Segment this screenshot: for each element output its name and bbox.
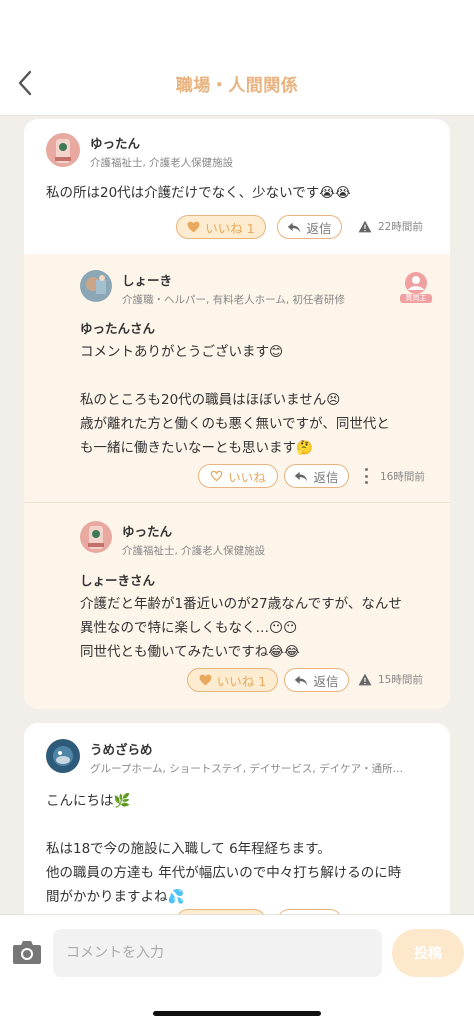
avatar[interactable]: [46, 739, 80, 773]
badge-label: 質問主: [400, 294, 432, 303]
user-name[interactable]: しょーき: [122, 270, 172, 289]
comment-input[interactable]: [53, 929, 382, 977]
reply-divider: [24, 502, 450, 503]
reply-button[interactable]: 返信: [284, 668, 349, 692]
reply-label: 返信: [313, 469, 339, 485]
time-label: 22時間前: [378, 221, 423, 233]
timestamp: 15時間前: [358, 672, 423, 687]
like-button[interactable]: いいね: [198, 464, 278, 488]
timestamp: 22時間前: [358, 219, 423, 234]
user-profile: 介護福祉士, 介護老人保健施設: [122, 545, 266, 557]
user-profile: グループホーム, ショートステイ, デイサービス, デイケア・通所…: [90, 763, 404, 775]
reply-arrow-icon: [295, 471, 308, 481]
post-button[interactable]: 投稿: [392, 929, 464, 977]
heart-icon: [187, 221, 200, 233]
user-profile: 介護福祉士, 介護老人保健施設: [90, 157, 234, 169]
reply-label: 返信: [313, 673, 339, 689]
comment-card: ゆったん 介護福祉士, 介護老人保健施設 私の所は20代は介護だけでなく、少ない…: [24, 119, 450, 709]
poster-badge: 質問主: [400, 272, 432, 304]
heart-icon: [210, 470, 223, 482]
replies-section: しょーき 介護職・ヘルパー, 有料老人ホーム, 初任者研修 質問主 ゆったんさん…: [24, 254, 450, 709]
time-label: 15時間前: [378, 674, 423, 686]
avatar[interactable]: [46, 133, 80, 167]
heart-icon: [199, 674, 212, 686]
user-name[interactable]: うめざらめ: [90, 739, 153, 758]
kebab-icon[interactable]: [361, 468, 371, 484]
header: 職場・人間関係: [0, 50, 474, 116]
comment-card: うめざらめ グループホーム, ショートステイ, デイサービス, デイケア・通所……: [24, 723, 450, 914]
status-bar: [0, 0, 474, 50]
comment-body: こんにちは🌿 私は18で今の施設に入職して 6年程経ちます。 他の職員の方達も …: [46, 793, 402, 905]
reply-arrow-icon: [288, 222, 301, 232]
reply-mention: ゆったんさん: [80, 321, 156, 336]
timestamp: 16時間前: [380, 471, 425, 483]
comment-list[interactable]: ゆったん 介護福祉士, 介護老人保健施設 私の所は20代は介護だけでなく、少ない…: [0, 117, 474, 914]
like-label: いいね 1: [216, 673, 267, 689]
camera-button[interactable]: [12, 939, 42, 965]
reply-label: 返信: [306, 220, 332, 236]
reply-button[interactable]: 返信: [284, 464, 349, 488]
reply-body: 介護だと年齢が1番近いのが27歳なんですが、なんせ 異性なので特に楽しくもなく……: [80, 596, 402, 660]
avatar[interactable]: [80, 270, 112, 302]
home-indicator: [153, 1011, 321, 1016]
person-badge-icon: [405, 272, 427, 294]
like-label: いいね 1: [205, 220, 255, 236]
reply-body: コメントありがとうございます😊 私のところも20代の職員はほぼいません😣 歳が離…: [80, 344, 390, 456]
comment-body: 私の所は20代は介護だけでなく、少ないです😭😭: [46, 185, 351, 201]
reply-arrow-icon: [295, 675, 308, 685]
like-button[interactable]: いいね 1: [187, 668, 278, 692]
warning-icon[interactable]: [358, 220, 372, 233]
user-name[interactable]: ゆったん: [122, 521, 172, 540]
camera-icon: [13, 941, 41, 964]
warning-icon[interactable]: [358, 673, 372, 686]
comment-input-bar: 投稿: [0, 914, 474, 1024]
like-button[interactable]: いいね 1: [176, 215, 266, 239]
like-label: いいね: [228, 469, 266, 485]
reply-mention: しょーきさん: [80, 573, 156, 588]
user-name[interactable]: ゆったん: [90, 133, 140, 152]
user-profile: 介護職・ヘルパー, 有料老人ホーム, 初任者研修: [122, 294, 346, 306]
reply-button[interactable]: 返信: [277, 215, 342, 239]
avatar[interactable]: [80, 521, 112, 553]
page-title: 職場・人間関係: [175, 76, 299, 96]
